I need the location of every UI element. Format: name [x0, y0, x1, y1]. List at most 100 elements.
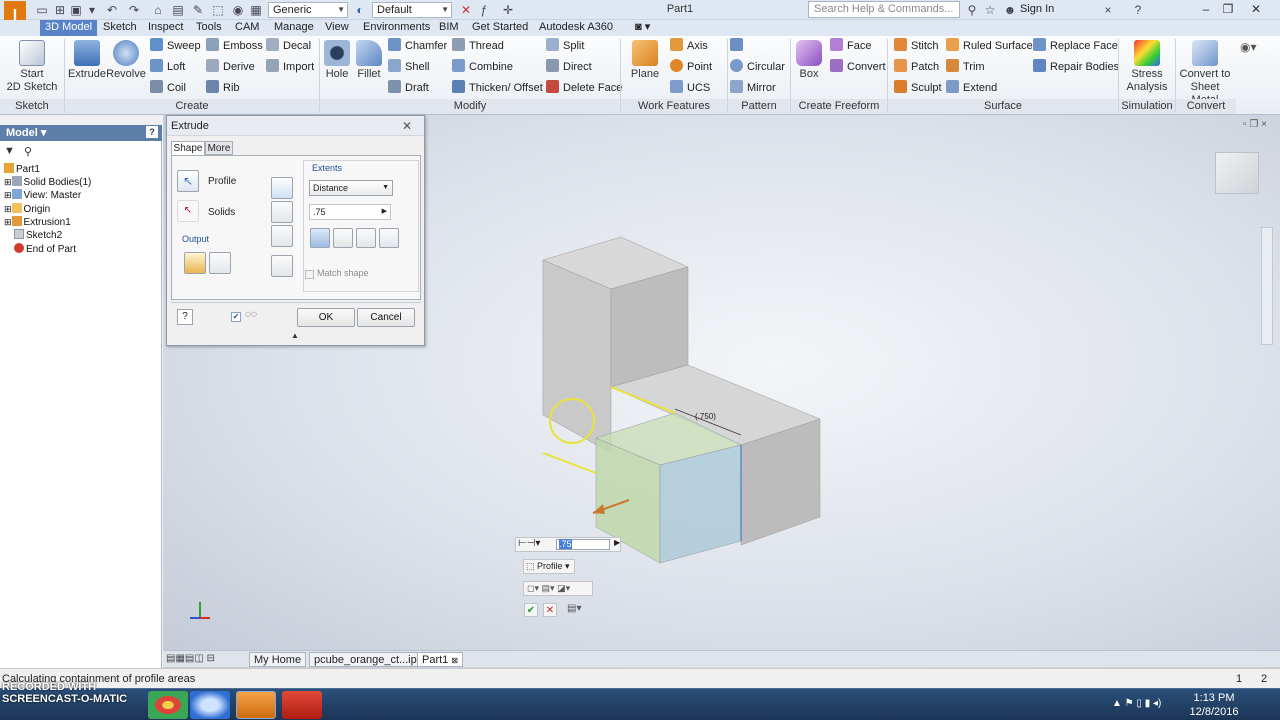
collapse-arrow-icon[interactable]: ▲: [291, 331, 299, 340]
measure-icon[interactable]: ✛: [500, 2, 516, 18]
help-icon[interactable]: ?: [1130, 2, 1146, 18]
close-search-icon[interactable]: ×: [1100, 2, 1116, 18]
new-icon[interactable]: ▭: [34, 2, 50, 18]
tab-more[interactable]: More: [205, 141, 233, 155]
expand-icon[interactable]: ⊞: [4, 190, 12, 200]
ok-check-icon[interactable]: ✔: [524, 603, 538, 617]
import-button[interactable]: Import: [266, 59, 314, 76]
decal-button[interactable]: Decal: [266, 38, 311, 55]
tree-item-part1[interactable]: Part1: [4, 163, 40, 176]
tab-cam[interactable]: CAM: [230, 20, 264, 36]
direction-icon[interactable]: ◪▾: [557, 583, 570, 593]
draft-button[interactable]: Draft: [388, 80, 429, 97]
select-icon[interactable]: ⬚: [210, 2, 226, 18]
operation-icon[interactable]: ▤▾: [542, 583, 555, 593]
panel-modify-label[interactable]: Modify: [320, 99, 620, 114]
tab-autodesk-a360[interactable]: Autodesk A360: [534, 20, 618, 36]
thicken-offset-button[interactable]: Thicken/ Offset: [452, 80, 543, 97]
new-solid-button[interactable]: [271, 255, 293, 277]
folder-icon[interactable]: ▤: [170, 2, 186, 18]
expand-icon[interactable]: ⊞: [4, 204, 12, 214]
expand-icon[interactable]: ⊞: [4, 217, 12, 227]
direct-button[interactable]: Direct: [546, 59, 592, 76]
output-icon[interactable]: ◻▾: [527, 583, 539, 593]
more-options-icon[interactable]: ▤▾: [567, 603, 589, 617]
tree-item-view-master[interactable]: ⊞ View: Master: [4, 189, 81, 202]
clock[interactable]: 1:13 PM 12/8/2016: [1184, 691, 1244, 719]
help-icon[interactable]: ?: [146, 126, 158, 138]
stitch-button[interactable]: Stitch: [894, 38, 939, 55]
tab-tools[interactable]: Tools: [191, 20, 227, 36]
binoculars-icon[interactable]: ⚲: [964, 2, 980, 18]
chevron-right-icon[interactable]: ▶: [382, 205, 387, 219]
mirror-button[interactable]: Mirror: [730, 80, 776, 97]
close-tab-icon[interactable]: ⊠: [451, 656, 458, 665]
split-button[interactable]: Split: [546, 38, 584, 55]
fillet-button[interactable]: Fillet: [354, 40, 384, 81]
cut-button[interactable]: [271, 201, 293, 223]
circular-pattern-button[interactable]: Circular: [730, 59, 785, 76]
tab-inspect[interactable]: Inspect: [143, 20, 188, 36]
extents-type-select[interactable]: Distance ▼: [309, 180, 393, 196]
fx-icon[interactable]: ƒ: [476, 2, 492, 18]
mini-toolbar-profile[interactable]: ⬚ Profile ▾: [523, 559, 575, 574]
navigation-bar[interactable]: [1261, 227, 1273, 345]
ok-button[interactable]: OK: [297, 308, 355, 327]
tab-manage[interactable]: Manage: [269, 20, 319, 36]
direction-flipped-button[interactable]: [333, 228, 353, 248]
restore-icon[interactable]: ❐: [1218, 1, 1238, 18]
repair-bodies-button[interactable]: Repair Bodies: [1033, 59, 1119, 76]
viewport-window-controls[interactable]: ▫ ❐ ×: [1243, 119, 1267, 130]
output-solid-button[interactable]: [184, 252, 206, 274]
profile-select-button[interactable]: ↖: [177, 170, 199, 192]
tab-layout-icons[interactable]: ▤▦▤◫ ⊟: [166, 653, 215, 664]
clear-appearance-icon[interactable]: ✕: [458, 2, 474, 18]
mini-toolbar-options[interactable]: ◻▾ ▤▾ ◪▾: [523, 581, 593, 596]
shell-button[interactable]: Shell: [388, 59, 429, 76]
tray-icons[interactable]: ▲ ⚑ ▯ ▮ ◂): [1112, 698, 1161, 709]
tab-sketch[interactable]: Sketch: [98, 20, 142, 36]
home-icon[interactable]: ⌂: [150, 2, 166, 18]
save-icon[interactable]: ▣: [68, 2, 84, 18]
sweep-button[interactable]: Sweep: [150, 38, 201, 55]
tree-item-extrusion1[interactable]: ⊞ Extrusion1: [4, 216, 71, 229]
tab-view[interactable]: View: [320, 20, 354, 36]
dimension-label[interactable]: (.750): [695, 412, 716, 421]
appearance-combo[interactable]: Default ▼: [372, 2, 452, 18]
view-cube[interactable]: [1215, 152, 1259, 194]
loft-button[interactable]: Loft: [150, 59, 185, 76]
color-icon[interactable]: ◉: [230, 2, 246, 18]
tab-3d-model[interactable]: 3D Model: [40, 20, 98, 36]
update-icon[interactable]: ✎: [190, 2, 206, 18]
browser-title[interactable]: Model: [6, 127, 38, 139]
emboss-button[interactable]: Emboss: [206, 38, 263, 55]
coil-button[interactable]: Coil: [150, 80, 186, 97]
redo-icon[interactable]: ↷: [126, 2, 142, 18]
chamfer-button[interactable]: Chamfer: [388, 38, 447, 55]
sculpt-button[interactable]: Sculpt: [894, 80, 942, 97]
expand-icon[interactable]: ⊞: [4, 177, 12, 187]
output-surface-button[interactable]: [209, 252, 231, 274]
tab-bim[interactable]: BIM: [434, 20, 464, 36]
undo-icon[interactable]: ↶: [104, 2, 120, 18]
open-icon[interactable]: ⊞: [52, 2, 68, 18]
hole-button[interactable]: Hole: [322, 40, 352, 81]
direction-symmetric-button[interactable]: [356, 228, 376, 248]
user-icon[interactable]: ☻: [1002, 2, 1018, 18]
extend-button[interactable]: Extend: [946, 80, 997, 97]
ucs-button[interactable]: UCS: [670, 80, 710, 97]
derive-button[interactable]: Derive: [206, 59, 255, 76]
combine-button[interactable]: Combine: [452, 59, 513, 76]
box-button[interactable]: Box: [794, 40, 824, 81]
tree-item-origin[interactable]: ⊞ Origin: [4, 203, 50, 216]
minimize-icon[interactable]: –: [1196, 1, 1216, 18]
tab-environments[interactable]: Environments: [358, 20, 435, 36]
rectangular-pattern-button[interactable]: [730, 38, 747, 55]
doc-tab-my-home[interactable]: My Home: [249, 652, 307, 667]
tree-item-solid-bodies[interactable]: ⊞ Solid Bodies(1): [4, 176, 91, 189]
close-icon[interactable]: ✕: [402, 116, 412, 136]
search-input[interactable]: Search Help & Commands...: [808, 1, 960, 18]
convert-button[interactable]: Convert: [830, 59, 886, 76]
plane-button[interactable]: Plane: [628, 40, 662, 81]
chevron-right-icon[interactable]: ▶: [614, 538, 620, 547]
